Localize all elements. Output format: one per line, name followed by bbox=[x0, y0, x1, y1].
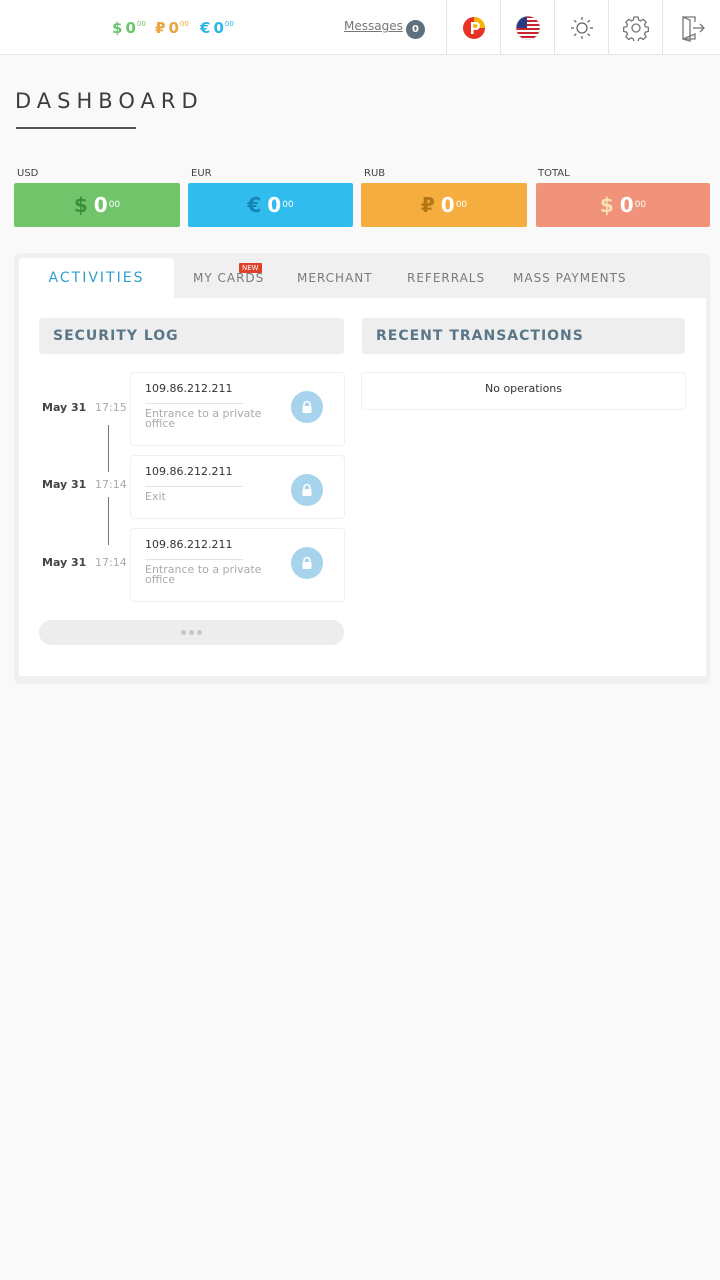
card-label-eur: EUR bbox=[191, 168, 212, 179]
brightness-icon bbox=[570, 16, 593, 39]
lock-icon bbox=[291, 547, 323, 579]
lock-icon bbox=[291, 391, 323, 423]
timeline-connector bbox=[108, 425, 109, 472]
balance-eur: €000 bbox=[200, 19, 234, 37]
divider bbox=[145, 486, 243, 487]
security-log-heading: SECURITY LOG bbox=[39, 318, 344, 354]
dollar-symbol: $ bbox=[599, 193, 614, 217]
messages-count-badge: 0 bbox=[406, 20, 425, 39]
logout-button[interactable] bbox=[662, 0, 720, 55]
card-total-cents: 00 bbox=[634, 200, 647, 210]
theme-toggle-button[interactable] bbox=[554, 0, 608, 55]
top-bar: $000 ₽000 €000 Messages 0 bbox=[0, 0, 720, 55]
divider bbox=[145, 403, 243, 404]
gear-icon bbox=[622, 15, 649, 41]
load-more-button[interactable] bbox=[39, 620, 344, 645]
log-event: Exit bbox=[145, 490, 166, 503]
log-entry: 109.86.212.211 Exit bbox=[131, 456, 344, 518]
log-event: Entrance to a private office bbox=[145, 407, 262, 430]
tab-merchant[interactable]: MERCHANT bbox=[297, 258, 373, 298]
tab-activities[interactable]: ACTIVITIES bbox=[19, 258, 174, 298]
balance-card-eur[interactable]: €0 00 bbox=[188, 183, 353, 227]
log-ip: 109.86.212.211 bbox=[145, 465, 233, 478]
log-date: May 31 bbox=[42, 401, 87, 414]
euro-symbol: € bbox=[200, 19, 211, 37]
balance-eur-cents: 00 bbox=[224, 20, 234, 28]
log-date: May 31 bbox=[42, 556, 87, 569]
card-rub-cents: 00 bbox=[455, 200, 468, 210]
title-underline bbox=[16, 127, 136, 129]
card-eur-cents: 00 bbox=[282, 200, 294, 210]
dollar-symbol: $ bbox=[112, 19, 123, 37]
log-ip: 109.86.212.211 bbox=[145, 538, 233, 551]
us-flag-icon bbox=[515, 15, 540, 40]
payeer-logo-button[interactable] bbox=[446, 0, 500, 55]
ruble-symbol: ₽ bbox=[155, 19, 166, 37]
tab-referrals[interactable]: REFERRALS bbox=[407, 258, 485, 298]
dot-icon bbox=[197, 630, 202, 635]
dollar-symbol: $ bbox=[73, 193, 88, 217]
card-total-value: 0 bbox=[619, 193, 634, 217]
balance-card-rub[interactable]: ₽0 00 bbox=[361, 183, 527, 227]
balance-usd: $000 bbox=[112, 19, 146, 37]
card-usd-value: 0 bbox=[93, 193, 108, 217]
lock-icon bbox=[291, 474, 323, 506]
tab-mass-payments[interactable]: MASS PAYMENTS bbox=[513, 258, 627, 298]
recent-transactions-heading: RECENT TRANSACTIONS bbox=[362, 318, 685, 354]
empty-transactions-message: No operations bbox=[362, 373, 685, 409]
card-usd-cents: 00 bbox=[108, 200, 121, 210]
euro-symbol: € bbox=[247, 193, 262, 217]
logout-icon bbox=[681, 15, 705, 42]
log-ip: 109.86.212.211 bbox=[145, 382, 233, 395]
payeer-logo-icon bbox=[462, 16, 485, 39]
log-event: Entrance to a private office bbox=[145, 563, 262, 586]
dot-icon bbox=[181, 630, 186, 635]
settings-button[interactable] bbox=[608, 0, 662, 55]
balance-usd-cents: 00 bbox=[136, 20, 146, 28]
new-badge: NEW bbox=[239, 263, 262, 273]
balance-rub: ₽000 bbox=[155, 19, 189, 37]
balance-card-usd[interactable]: $0 00 bbox=[14, 183, 180, 227]
divider bbox=[145, 559, 243, 560]
balance-rub-value: 0 bbox=[168, 19, 179, 37]
log-entry: 109.86.212.211 Entrance to a private off… bbox=[131, 373, 344, 445]
messages-link[interactable]: Messages bbox=[344, 19, 403, 33]
timeline-connector bbox=[108, 497, 109, 545]
card-eur-value: 0 bbox=[267, 193, 282, 217]
balance-eur-value: 0 bbox=[213, 19, 224, 37]
language-button[interactable] bbox=[500, 0, 554, 55]
log-time: 17:15 bbox=[95, 401, 127, 414]
card-label-total: TOTAL bbox=[538, 168, 570, 179]
balance-card-total[interactable]: $0 00 bbox=[536, 183, 710, 227]
card-label-usd: USD bbox=[17, 168, 39, 179]
ruble-symbol: ₽ bbox=[420, 193, 435, 217]
card-rub-value: 0 bbox=[440, 193, 455, 217]
log-date: May 31 bbox=[42, 478, 87, 491]
balance-usd-value: 0 bbox=[125, 19, 136, 37]
card-label-rub: RUB bbox=[364, 168, 386, 179]
page-title: DASHBOARD bbox=[15, 89, 204, 113]
balance-rub-cents: 00 bbox=[179, 20, 189, 28]
log-time: 17:14 bbox=[95, 556, 127, 569]
dot-icon bbox=[189, 630, 194, 635]
log-entry: 109.86.212.211 Entrance to a private off… bbox=[131, 529, 344, 601]
log-time: 17:14 bbox=[95, 478, 127, 491]
